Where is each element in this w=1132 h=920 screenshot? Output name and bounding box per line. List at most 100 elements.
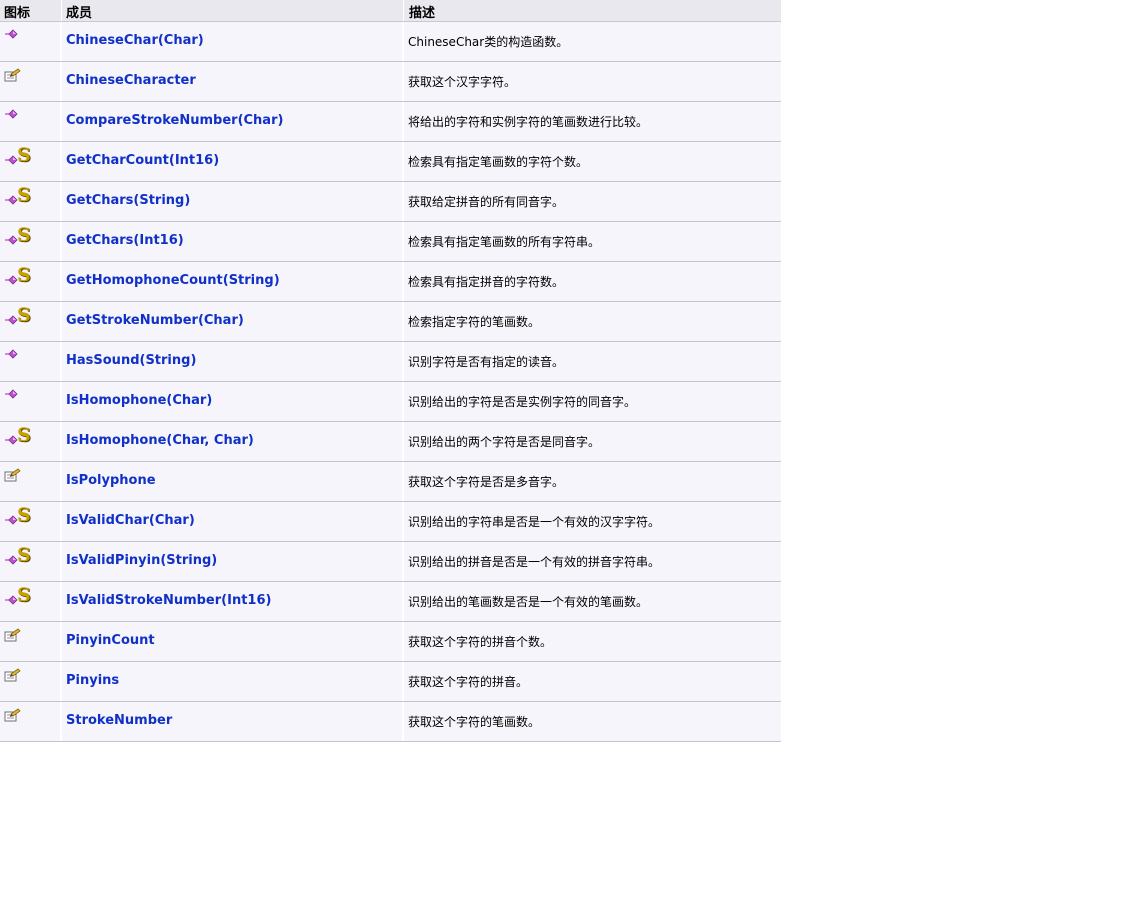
member-link[interactable]: IsValidStrokeNumber(Int16)	[66, 593, 271, 608]
member-link[interactable]: GetHomophoneCount(String)	[66, 273, 280, 288]
static-icon: S	[17, 544, 31, 566]
icon-cell: S	[0, 142, 60, 181]
member-description: 检索具有指定笔画数的字符个数。	[408, 155, 589, 169]
description-cell: 识别给出的字符是否是实例字符的同音字。	[404, 382, 781, 421]
method-icon	[4, 432, 18, 451]
icon-group: S	[4, 306, 31, 328]
table-body: ChineseChar(Char) ChineseChar类的构造函数。 Chine…	[0, 22, 781, 742]
member-cell: GetChars(Int16)	[62, 222, 402, 261]
icon-cell	[0, 62, 60, 101]
table-row: S IsValidChar(Char) 识别给出的字符串是否是一个有效的汉字字符。	[0, 502, 781, 542]
method-icon	[4, 312, 18, 331]
member-cell: HasSound(String)	[62, 342, 402, 381]
table-row: ChineseCharacter 获取这个汉字字符。	[0, 62, 781, 102]
table-row: ChineseChar(Char) ChineseChar类的构造函数。	[0, 22, 781, 62]
member-cell: ChineseChar(Char)	[62, 22, 402, 61]
member-description: 获取这个字符是否是多音字。	[408, 475, 565, 489]
icon-group	[4, 386, 18, 408]
table-row: S IsHomophone(Char, Char) 识别给出的两个字符是否是同音字。	[0, 422, 781, 462]
icon-cell	[0, 662, 60, 701]
table-row: IsHomophone(Char) 识别给出的字符是否是实例字符的同音字。	[0, 382, 781, 422]
member-link[interactable]: GetStrokeNumber(Char)	[66, 313, 244, 328]
table-header: 图标 成员 描述	[0, 0, 781, 22]
icon-group: S	[4, 226, 31, 248]
icon-cell: S	[0, 262, 60, 301]
table-row: S GetChars(String) 获取给定拼音的所有同音字。	[0, 182, 781, 222]
header-description: 描述	[409, 6, 436, 21]
icon-group	[4, 346, 18, 368]
icon-cell: S	[0, 542, 60, 581]
member-description: 识别给出的两个字符是否是同音字。	[408, 435, 601, 449]
description-cell: 获取这个汉字字符。	[404, 62, 781, 101]
table-row: HasSound(String) 识别字符是否有指定的读音。	[0, 342, 781, 382]
member-link[interactable]: CompareStrokeNumber(Char)	[66, 113, 283, 128]
member-link[interactable]: GetChars(String)	[66, 193, 190, 208]
description-cell: 检索具有指定笔画数的所有字符串。	[404, 222, 781, 261]
property-icon	[4, 68, 21, 87]
member-cell: Pinyins	[62, 662, 402, 701]
icon-group: S	[4, 146, 31, 168]
method-icon	[4, 552, 18, 571]
member-description: 获取这个字符的笔画数。	[408, 715, 541, 729]
icon-cell: S	[0, 182, 60, 221]
member-link[interactable]: StrokeNumber	[66, 713, 172, 728]
icon-group: S	[4, 426, 31, 448]
icon-group: S	[4, 266, 31, 288]
icon-cell: S	[0, 222, 60, 261]
member-cell: IsPolyphone	[62, 462, 402, 501]
member-cell: PinyinCount	[62, 622, 402, 661]
member-description: 将给出的字符和实例字符的笔画数进行比较。	[408, 115, 649, 129]
member-description: ChineseChar类的构造函数。	[408, 35, 569, 49]
member-cell: GetCharCount(Int16)	[62, 142, 402, 181]
description-cell: 检索具有指定拼音的字符数。	[404, 262, 781, 301]
member-description: 识别给出的拼音是否是一个有效的拼音字符串。	[408, 555, 661, 569]
member-link[interactable]: IsHomophone(Char)	[66, 393, 212, 408]
header-member: 成员	[66, 6, 93, 21]
table-row: S IsValidPinyin(String) 识别给出的拼音是否是一个有效的拼音字…	[0, 542, 781, 582]
icon-group: S	[4, 586, 31, 608]
icon-cell	[0, 22, 60, 61]
property-icon	[4, 468, 21, 487]
member-description: 检索指定字符的笔画数。	[408, 315, 541, 329]
member-link[interactable]: Pinyins	[66, 673, 119, 688]
member-link[interactable]: HasSound(String)	[66, 353, 196, 368]
method-icon	[4, 192, 18, 211]
static-icon: S	[17, 304, 31, 326]
member-cell: CompareStrokeNumber(Char)	[62, 102, 402, 141]
member-link[interactable]: IsHomophone(Char, Char)	[66, 433, 254, 448]
static-icon: S	[17, 504, 31, 526]
static-icon: S	[17, 424, 31, 446]
member-cell: GetHomophoneCount(String)	[62, 262, 402, 301]
member-link[interactable]: IsPolyphone	[66, 473, 156, 488]
icon-cell: S	[0, 302, 60, 341]
member-description: 识别给出的字符串是否是一个有效的汉字字符。	[408, 515, 661, 529]
member-link[interactable]: GetCharCount(Int16)	[66, 153, 219, 168]
table-row: CompareStrokeNumber(Char) 将给出的字符和实例字符的笔画数…	[0, 102, 781, 142]
property-icon	[4, 668, 21, 687]
member-link[interactable]: ChineseChar(Char)	[66, 33, 204, 48]
description-cell: 检索具有指定笔画数的字符个数。	[404, 142, 781, 181]
member-link[interactable]: ChineseCharacter	[66, 73, 196, 88]
static-icon: S	[17, 184, 31, 206]
member-cell: GetChars(String)	[62, 182, 402, 221]
method-icon	[4, 272, 18, 291]
member-link[interactable]: GetChars(Int16)	[66, 233, 184, 248]
description-cell: 获取这个字符的笔画数。	[404, 702, 781, 741]
icon-cell	[0, 102, 60, 141]
member-cell: StrokeNumber	[62, 702, 402, 741]
member-description: 获取这个汉字字符。	[408, 75, 517, 89]
description-cell: 识别给出的拼音是否是一个有效的拼音字符串。	[404, 542, 781, 581]
member-description: 识别字符是否有指定的读音。	[408, 355, 565, 369]
member-link[interactable]: IsValidChar(Char)	[66, 513, 195, 528]
method-icon	[4, 592, 18, 611]
static-icon: S	[17, 224, 31, 246]
table-row: S GetHomophoneCount(String) 检索具有指定拼音的字符数。	[0, 262, 781, 302]
member-link[interactable]: IsValidPinyin(String)	[66, 553, 217, 568]
table-row: IsPolyphone 获取这个字符是否是多音字。	[0, 462, 781, 502]
icon-cell	[0, 462, 60, 501]
member-link[interactable]: PinyinCount	[66, 633, 155, 648]
member-description: 识别给出的笔画数是否是一个有效的笔画数。	[408, 595, 649, 609]
icon-group	[4, 626, 21, 648]
member-description: 检索具有指定笔画数的所有字符串。	[408, 235, 601, 249]
icon-cell	[0, 622, 60, 661]
